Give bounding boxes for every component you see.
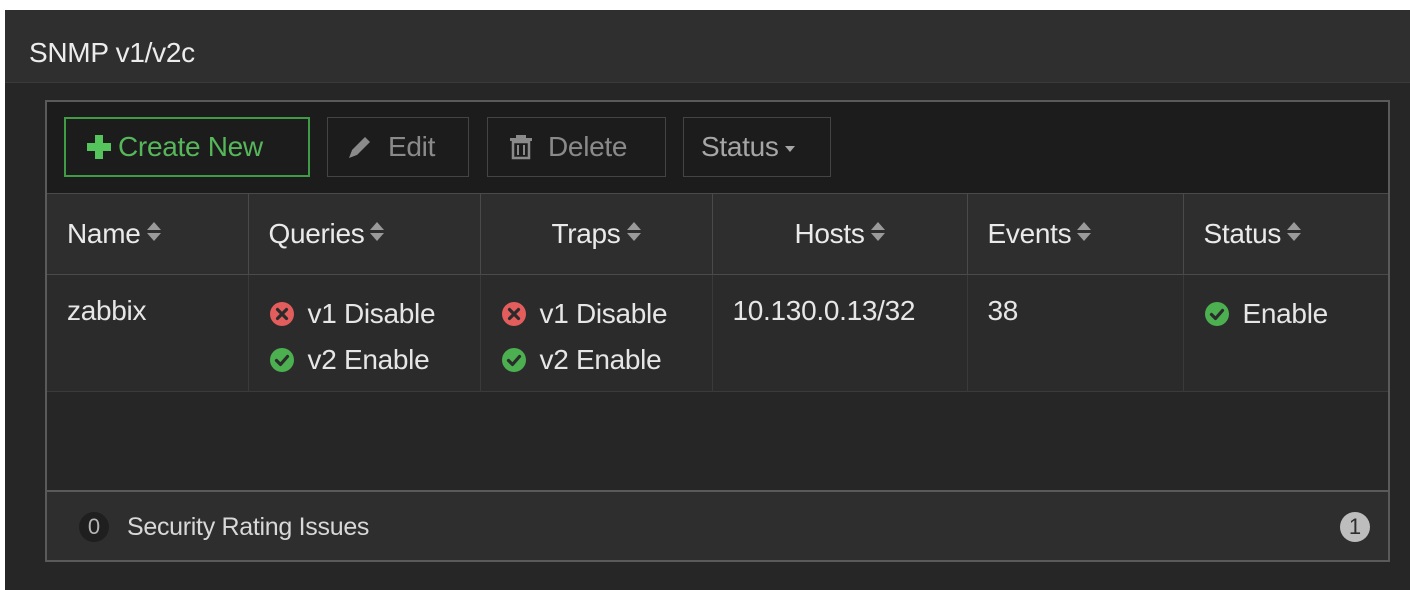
cell-events: 38	[967, 274, 1184, 392]
traps-v1-status: v1 Disable	[501, 295, 712, 333]
check-circle-icon	[1204, 301, 1229, 326]
create-new-button[interactable]: Create New	[64, 117, 310, 177]
table-header-row: Name Queries Traps Hosts Events Status	[47, 194, 1388, 275]
queries-v2-status: v2 Enable	[269, 341, 480, 379]
column-header-events[interactable]: Events	[967, 194, 1184, 275]
column-header-name[interactable]: Name	[47, 194, 249, 275]
cell-queries: v1 Disable v2 Enable	[248, 274, 481, 392]
row-status: Enable	[1204, 295, 1389, 333]
snmp-table: Name Queries Traps Hosts Events Status z…	[47, 194, 1388, 392]
delete-label: Delete	[548, 131, 628, 162]
create-new-label: Create New	[118, 131, 263, 162]
cell-status: Enable	[1183, 274, 1389, 392]
x-circle-icon	[269, 301, 294, 326]
sort-icon[interactable]	[626, 222, 641, 242]
trash-icon	[510, 135, 532, 160]
sort-icon[interactable]	[1077, 222, 1092, 242]
table-row[interactable]: zabbix v1 Disable v2 Enable v1 Disable v…	[47, 274, 1389, 392]
cell-traps: v1 Disable v2 Enable	[480, 274, 713, 392]
queries-v1-status: v1 Disable	[269, 295, 480, 333]
edit-button[interactable]: Edit	[327, 117, 469, 177]
column-header-traps[interactable]: Traps	[480, 194, 713, 275]
pencil-icon	[349, 137, 370, 158]
row-count-badge: 1	[1340, 512, 1370, 542]
x-circle-icon	[501, 301, 526, 326]
security-issue-count-badge: 0	[79, 512, 109, 542]
check-circle-icon	[269, 347, 294, 372]
edit-label: Edit	[388, 131, 436, 162]
plus-icon	[86, 134, 112, 160]
security-rating-issues-link[interactable]: Security Rating Issues	[127, 511, 369, 543]
check-circle-icon	[501, 347, 526, 372]
traps-v2-status: v2 Enable	[501, 341, 712, 379]
chevron-down-icon	[784, 146, 795, 152]
delete-button[interactable]: Delete	[487, 117, 666, 177]
status-dropdown-label: Status	[701, 131, 779, 162]
table-footer: 0 Security Rating Issues 1	[47, 490, 1388, 560]
snmp-frame: SNMP v1/v2c Create New Edit Delete Statu…	[5, 10, 1410, 590]
status-dropdown-button[interactable]: Status	[683, 117, 831, 177]
toolbar: Create New Edit Delete Status	[47, 102, 1388, 194]
section-title: SNMP v1/v2c	[29, 37, 195, 68]
sort-icon[interactable]	[146, 222, 161, 242]
column-header-hosts[interactable]: Hosts	[712, 194, 968, 275]
snmp-panel: Create New Edit Delete Status Name Queri…	[45, 100, 1390, 562]
sort-icon[interactable]	[870, 222, 885, 242]
sort-icon[interactable]	[1287, 222, 1302, 242]
cell-hosts: 10.130.0.13/32	[712, 274, 968, 392]
column-header-queries[interactable]: Queries	[248, 194, 481, 275]
sort-icon[interactable]	[370, 222, 385, 242]
cell-name: zabbix	[47, 274, 249, 392]
column-header-status[interactable]: Status	[1183, 194, 1388, 275]
section-header: SNMP v1/v2c	[5, 10, 1410, 83]
